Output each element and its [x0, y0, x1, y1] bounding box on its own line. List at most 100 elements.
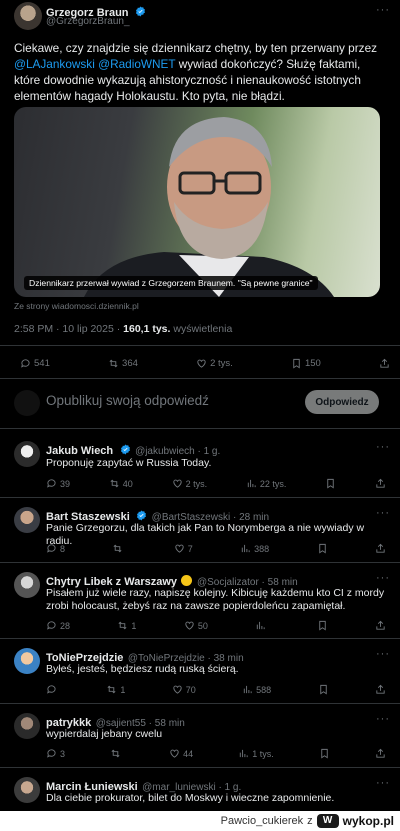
share-button[interactable] [375, 684, 386, 695]
share-icon [380, 358, 389, 368]
reply-avatar[interactable] [14, 777, 40, 803]
share-button[interactable] [375, 748, 386, 759]
heart-icon [170, 749, 179, 758]
share-button[interactable] [375, 478, 386, 489]
share-icon [376, 748, 385, 758]
reply-text: Dla ciebie prokurator, bilet do Moskwy i… [46, 792, 335, 804]
reply-text: Byłeś, jesteś, będziesz rudą ruską ścier… [46, 663, 239, 675]
bookmark-button[interactable] [317, 543, 328, 554]
repost-icon [110, 479, 119, 488]
reply-text: Proponuję zapytać w Russia Today. [46, 457, 212, 469]
like-button[interactable]: 44 [169, 748, 193, 759]
reply-button[interactable]: 3 [46, 748, 65, 759]
tweet-time[interactable]: 2:58 PM · 10 lip 2025 · [14, 323, 120, 335]
mention-radiownet[interactable]: @RadioWNET [98, 57, 175, 71]
views-button[interactable]: 388 [240, 543, 269, 554]
reply-icon [47, 685, 56, 694]
reply-avatar[interactable] [14, 713, 40, 739]
reply-text: Pisałem już wiele razy, napiszę kolejny.… [46, 587, 385, 612]
share-icon [376, 684, 385, 694]
reply-text: wypierdalaj jebany cwelu [46, 728, 163, 740]
more-options-icon[interactable]: ··· [376, 4, 390, 16]
repost-button[interactable] [112, 543, 126, 554]
mention-lajankowski[interactable]: @LAJankowski [14, 57, 95, 71]
share-icon [376, 620, 385, 630]
reply-avatar[interactable] [14, 507, 40, 533]
author-handle[interactable]: @GrzegorzBraun_ [46, 16, 130, 27]
repost-button[interactable]: 364 [108, 358, 138, 369]
reply-icon [47, 544, 56, 553]
media-source[interactable]: Ze strony wiadomosci.dziennik.pl [14, 301, 139, 311]
views-button[interactable]: 22 tys. [246, 478, 286, 489]
reply-button[interactable]: 28 [46, 620, 70, 631]
footer-brand[interactable]: wykop.pl [343, 814, 394, 828]
heart-icon [172, 479, 182, 488]
views-count: 160,1 tys. [123, 323, 171, 335]
reply-input[interactable]: Opublikuj swoją odpowiedź [46, 393, 209, 408]
wykop-logo-icon: W [316, 814, 339, 828]
reply-button[interactable]: 8 [46, 543, 65, 554]
reply-icon [47, 479, 56, 488]
like-button[interactable]: 2 tys. [172, 478, 207, 489]
reply-button[interactable]: 541 [20, 358, 50, 369]
repost-icon [107, 685, 116, 694]
bookmark-icon [319, 684, 327, 695]
reply-actions: 1 70 588 [46, 684, 386, 695]
share-button[interactable] [375, 620, 386, 631]
reply-author-handle[interactable]: @jakubwiech · 1 g. [135, 446, 220, 457]
repost-icon [118, 621, 127, 630]
views-icon [243, 685, 252, 694]
heart-icon [185, 621, 194, 630]
reply-button[interactable] [46, 684, 60, 695]
reply-icon [47, 749, 56, 758]
more-options-icon[interactable]: ··· [376, 648, 390, 660]
main-tweet-actions: 541 364 2 tys. 150 [20, 358, 390, 369]
reply-avatar[interactable] [14, 648, 40, 674]
bookmark-icon [293, 358, 300, 369]
verified-badge-icon [135, 6, 146, 17]
reply-actions: 8 7 388 [46, 543, 386, 554]
tweet-media[interactable]: Dziennikarz przerwał wywiad z Grzegorzem… [14, 107, 380, 297]
share-button[interactable] [379, 358, 390, 369]
more-options-icon[interactable]: ··· [376, 713, 390, 725]
verified-badge-icon [137, 510, 147, 521]
repost-button[interactable] [110, 748, 124, 759]
emoji-icon [181, 575, 193, 586]
more-options-icon[interactable]: ··· [376, 777, 390, 789]
more-options-icon[interactable]: ··· [376, 441, 390, 453]
reply-icon [21, 359, 30, 368]
views-button[interactable]: 1 tys. [238, 748, 274, 759]
reply-avatar[interactable] [14, 572, 40, 598]
bookmark-button[interactable]: 150 [291, 358, 321, 369]
author-avatar[interactable] [14, 2, 42, 30]
repost-button[interactable]: 1 [106, 684, 125, 695]
footer-separator: z [307, 815, 313, 827]
repost-icon [113, 544, 122, 553]
reply-button[interactable]: 39 [46, 478, 70, 489]
bookmark-button[interactable] [317, 620, 328, 631]
views-button[interactable]: 588 [242, 684, 271, 695]
footer-user[interactable]: Pawcio_cukierek [221, 815, 304, 827]
more-options-icon[interactable]: ··· [376, 572, 390, 584]
repost-button[interactable]: 1 [117, 620, 136, 631]
share-icon [376, 543, 385, 553]
my-avatar[interactable] [14, 390, 40, 416]
bookmark-button[interactable] [319, 748, 330, 759]
bookmark-button[interactable] [325, 478, 336, 489]
views-button[interactable] [255, 620, 269, 631]
reply-avatar[interactable] [14, 441, 40, 467]
like-button[interactable]: 7 [174, 543, 193, 554]
like-button[interactable]: 70 [172, 684, 196, 695]
bookmark-button[interactable] [318, 684, 329, 695]
reply-submit-button[interactable]: Odpowiedz [305, 390, 379, 414]
repost-button[interactable]: 40 [109, 478, 133, 489]
tweet-meta: 2:58 PM · 10 lip 2025 · 160,1 tys. wyświ… [14, 323, 232, 335]
views-icon [257, 621, 265, 630]
views-icon [241, 544, 250, 553]
reply-actions: 39 40 2 tys. 22 tys. [46, 478, 386, 489]
like-button[interactable]: 2 tys. [196, 358, 233, 369]
share-button[interactable] [375, 543, 386, 554]
reply-author-name[interactable]: Jakub Wiech [46, 445, 113, 457]
more-options-icon[interactable]: ··· [376, 507, 390, 519]
like-button[interactable]: 50 [184, 620, 208, 631]
